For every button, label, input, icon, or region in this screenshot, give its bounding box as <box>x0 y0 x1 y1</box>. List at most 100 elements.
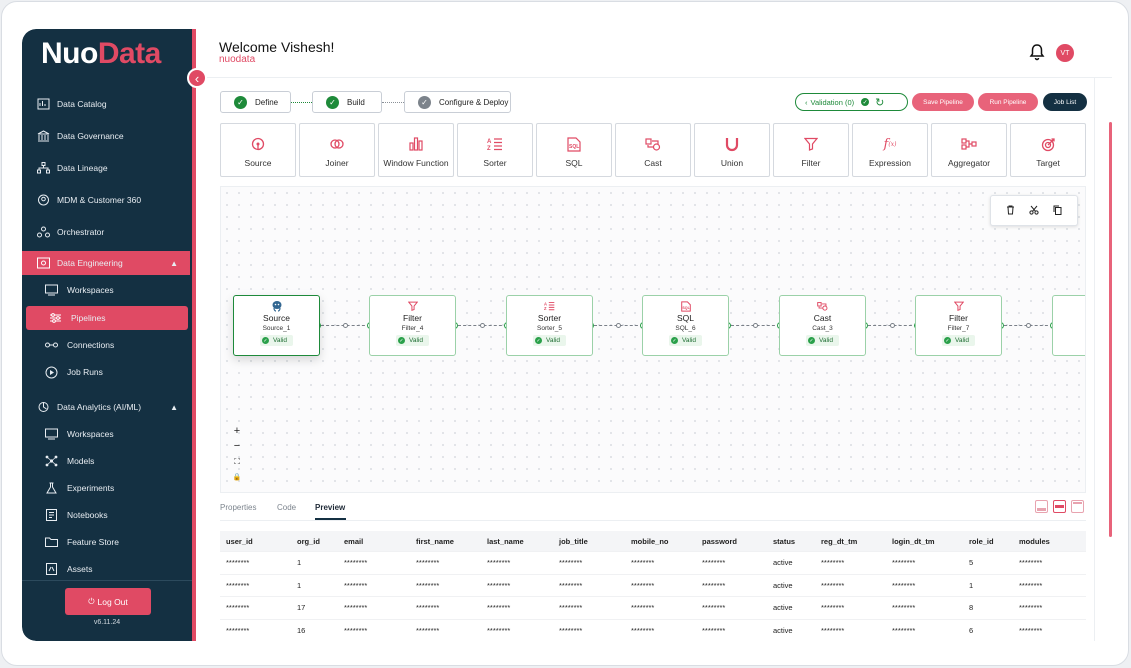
tool-filter[interactable]: Filter <box>773 123 849 177</box>
sidebar-item-orchestrator[interactable]: Orchestrator <box>22 220 190 244</box>
step-build[interactable]: ✓ Build <box>312 91 382 113</box>
tool-window-function[interactable]: Window Function <box>378 123 454 177</box>
table-row[interactable]: ******** 16 ******** ******** ******** ******… <box>220 620 1086 642</box>
sidebar-item-connections[interactable]: Connections <box>22 333 190 357</box>
sidebar-item-notebooks[interactable]: Notebooks <box>22 503 190 527</box>
column-header[interactable]: last_name <box>487 531 524 551</box>
trash-icon[interactable] <box>1006 202 1015 220</box>
pipeline-canvas[interactable]: Source Source_1 ✓ Valid Filter Filter_4 ✓… <box>220 186 1086 493</box>
column-header[interactable]: org_id <box>297 531 320 551</box>
page-scrollbar[interactable] <box>1109 122 1112 537</box>
pipeline-node-filter[interactable]: Filter Filter_7 ✓ Valid <box>915 295 1002 356</box>
column-header[interactable]: password <box>702 531 737 551</box>
notification-bell-icon[interactable] <box>1029 43 1045 61</box>
sidebar-item-mdm[interactable]: MDM & Customer 360 <box>22 188 190 212</box>
edge-midpoint[interactable] <box>753 323 758 328</box>
sidebar-item-feature-store[interactable]: Feature Store <box>22 530 190 554</box>
copy-icon[interactable] <box>1053 202 1062 220</box>
sidebar-item-data-catalog[interactable]: Data Catalog <box>22 92 190 116</box>
table-row[interactable]: ******** 17 ******** ******** ******** ******… <box>220 597 1086 620</box>
column-header[interactable]: modules <box>1019 531 1050 551</box>
column-header[interactable]: mobile_no <box>631 531 669 551</box>
column-header[interactable]: role_id <box>969 531 994 551</box>
table-cell: ******** <box>702 603 726 613</box>
sidebar-item-data-analytics[interactable]: Data Analytics (AI/ML) ▲ <box>22 395 190 419</box>
logout-button[interactable]: ⏻ Log Out <box>65 588 151 615</box>
plus-icon: + <box>233 425 241 437</box>
layout-split-button[interactable] <box>1053 500 1066 513</box>
sidebar-item-pipelines[interactable]: Pipelines <box>26 306 188 330</box>
tool-sql[interactable]: SQL SQL <box>536 123 612 177</box>
scissors-icon[interactable] <box>1029 202 1039 220</box>
validation-button[interactable]: ‹ Validation (0) ✓ ↻ <box>795 93 908 111</box>
edge-midpoint[interactable] <box>890 323 895 328</box>
chevron-up-icon[interactable]: ▲ <box>170 403 178 412</box>
sidebar-item-experiments[interactable]: Experiments <box>22 476 190 500</box>
pipeline-node-sql[interactable]: SQL SQL SQL_6 ✓ Valid <box>642 295 729 356</box>
edge-midpoint[interactable] <box>480 323 485 328</box>
table-row[interactable]: ******** 1 ******** ******** ******** *******… <box>220 575 1086 597</box>
pipeline-node-source[interactable]: Source Source_1 ✓ Valid <box>233 295 320 356</box>
layout-full-button[interactable] <box>1071 500 1084 513</box>
table-row[interactable]: ******** 1 ******** ******** ******** *******… <box>220 552 1086 575</box>
tool-joiner[interactable]: Joiner <box>299 123 375 177</box>
tool-expression[interactable]: f (x) Expression <box>852 123 928 177</box>
svg-text:SQL: SQL <box>682 306 690 310</box>
sidebar-item-data-lineage[interactable]: Data Lineage <box>22 156 190 180</box>
sidebar-scrollbar[interactable] <box>192 29 196 641</box>
run-pipeline-button[interactable]: Run Pipeline <box>978 93 1038 111</box>
tool-cast[interactable]: Cast <box>615 123 691 177</box>
pipeline-node-target[interactable]: T Ta ✓ <box>1052 295 1085 356</box>
lock-icon: 🔒 <box>232 474 242 481</box>
column-header[interactable]: job_title <box>559 531 588 551</box>
sidebar-item-job-runs[interactable]: Job Runs <box>22 360 190 384</box>
tab-preview[interactable]: Preview <box>315 503 345 512</box>
step-define[interactable]: ✓ Define <box>220 91 291 113</box>
column-header[interactable]: login_dt_tm <box>892 531 935 551</box>
edge-midpoint[interactable] <box>343 323 348 328</box>
chevron-up-icon[interactable]: ▲ <box>170 259 178 268</box>
lock-button[interactable]: 🔒 <box>230 470 244 484</box>
pipeline-node-filter[interactable]: Filter Filter_4 ✓ Valid <box>369 295 456 356</box>
zoom-in-button[interactable]: + <box>230 424 244 438</box>
tool-union[interactable]: Union <box>694 123 770 177</box>
tool-label: Expression <box>868 158 912 168</box>
tab-properties[interactable]: Properties <box>220 503 256 512</box>
fit-view-button[interactable]: ⛶ <box>230 455 244 469</box>
experiment-icon <box>44 481 58 495</box>
logo[interactable]: NuoData <box>41 37 161 71</box>
layout-bottom-button[interactable] <box>1035 500 1048 513</box>
tool-sorter[interactable]: AZ Sorter <box>457 123 533 177</box>
edge-midpoint[interactable] <box>616 323 621 328</box>
collapse-sidebar-button[interactable]: ‹ <box>187 68 207 88</box>
tab-code[interactable]: Code <box>277 503 296 512</box>
table-cell: ******** <box>631 580 655 590</box>
column-header[interactable]: first_name <box>416 531 454 551</box>
sidebar-item-label: Data Engineering <box>57 258 123 268</box>
sidebar-item-assets[interactable]: Assets <box>22 557 190 581</box>
node-title: Source <box>263 313 290 323</box>
step-configure-deploy[interactable]: ✓ Configure & Deploy <box>404 91 511 113</box>
refresh-icon[interactable]: ↻ <box>875 96 884 109</box>
column-header[interactable]: email <box>344 531 363 551</box>
column-header[interactable]: user_id <box>226 531 253 551</box>
sidebar-item-data-engineering[interactable]: Data Engineering ▲ <box>22 251 190 275</box>
sidebar-item-models[interactable]: Models <box>22 449 190 473</box>
step-connector <box>291 102 312 103</box>
save-pipeline-button[interactable]: Save Pipeline <box>912 93 974 111</box>
edge-midpoint[interactable] <box>1026 323 1031 328</box>
sidebar-item-data-governance[interactable]: Data Governance <box>22 124 190 148</box>
version-label: v6.11.24 <box>93 619 121 626</box>
pipeline-node-sorter[interactable]: AZ Sorter Sorter_5 ✓ Valid <box>506 295 593 356</box>
sidebar-item-workspaces[interactable]: Workspaces <box>22 278 190 302</box>
tool-source[interactable]: Source <box>220 123 296 177</box>
column-header[interactable]: status <box>773 531 795 551</box>
tool-target[interactable]: Target <box>1010 123 1086 177</box>
pipeline-node-cast[interactable]: Cast Cast_3 ✓ Valid <box>779 295 866 356</box>
job-list-button[interactable]: Job List <box>1043 93 1087 111</box>
avatar[interactable]: VT <box>1056 44 1074 62</box>
tool-aggregator[interactable]: Aggregator <box>931 123 1007 177</box>
zoom-out-button[interactable]: − <box>230 439 244 453</box>
column-header[interactable]: reg_dt_tm <box>821 531 857 551</box>
sidebar-item-workspaces-ai[interactable]: Workspaces <box>22 422 190 446</box>
